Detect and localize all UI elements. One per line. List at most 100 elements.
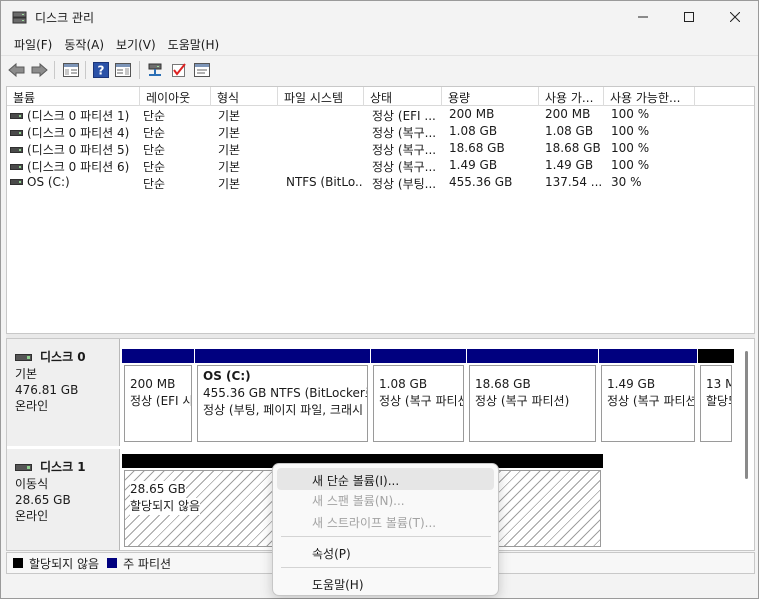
volume-capacity: 18.68 GB — [449, 141, 505, 155]
properties-icon[interactable] — [192, 60, 212, 80]
column-header-layout[interactable]: 레이아웃 — [140, 87, 211, 106]
minimize-button[interactable] — [620, 1, 666, 33]
volume-icon — [10, 147, 23, 153]
volume-row[interactable]: (디스크 0 파티션 4) 단순 기본 정상 (복구... 1.08 GB 1.… — [7, 123, 754, 140]
column-header-percent-free[interactable]: 사용 가능한... — [604, 87, 695, 106]
legend-swatch-unallocated — [13, 558, 23, 568]
disk-icon — [15, 463, 32, 471]
connect-icon[interactable] — [145, 60, 165, 80]
context-menu: 새 단순 볼륨(I)... 새 스팬 볼륨(N)... 새 스트라이프 볼륨(T… — [272, 463, 499, 596]
maximize-button[interactable] — [666, 1, 712, 33]
partition-size: 18.68 GB — [475, 377, 531, 391]
help-icon[interactable]: ? — [91, 60, 111, 80]
partition-body: 1.08 GB 정상 (복구 파티션) — [373, 365, 464, 442]
menu-file[interactable]: 파일(F) — [8, 33, 58, 55]
partition-size: 13 MB — [706, 377, 731, 391]
volume-status: 정상 (부팅... — [372, 177, 437, 191]
disk-1-size: 28.65 GB — [15, 493, 71, 507]
volume-free-space: 137.54 ... — [545, 175, 603, 189]
volume-percent-free: 30 % — [611, 175, 642, 189]
menu-view[interactable]: 보기(V) — [110, 33, 162, 55]
volume-row[interactable]: (디스크 0 파티션 5) 단순 기본 정상 (복구... 18.68 GB 1… — [7, 140, 754, 157]
toolbar-separator — [139, 61, 140, 79]
disk-management-window: 디스크 관리 파일(F) 동작(A) 보기(V) 도움말(H) ? 볼륨 레이아… — [0, 0, 759, 599]
column-header-capacity[interactable]: 용량 — [442, 87, 539, 106]
partition-color-bar — [698, 349, 734, 363]
partition-color-bar — [122, 349, 194, 363]
volume-row[interactable]: OS (C:) 단순 기본 NTFS (BitLo... 정상 (부팅... 4… — [7, 174, 754, 191]
menu-new-striped-volume[interactable]: 새 스트라이프 볼륨(T)... — [277, 510, 494, 532]
disk-0-partition-4[interactable]: 1.08 GB 정상 (복구 파티션) — [371, 349, 466, 444]
volume-status: 정상 (EFI ... — [372, 109, 436, 123]
volume-capacity: 200 MB — [449, 107, 495, 121]
partition-color-bar — [371, 349, 466, 363]
menu-help[interactable]: 도움말(H) — [162, 33, 226, 55]
volume-layout: 단순 — [143, 177, 166, 191]
menu-new-spanned-volume[interactable]: 새 스팬 볼륨(N)... — [277, 488, 494, 510]
disk-0-partition-5[interactable]: 18.68 GB 정상 (복구 파티션) — [467, 349, 598, 444]
menu-help-item[interactable]: 도움말(H) — [277, 572, 494, 594]
partition-title: OS (C:) — [203, 369, 251, 383]
disk-0-size: 476.81 GB — [15, 383, 79, 397]
console-tree-icon[interactable] — [61, 60, 81, 80]
disk-icon — [15, 353, 32, 361]
disk-0-partition-6[interactable]: 1.49 GB 정상 (복구 파티션) — [599, 349, 697, 444]
partition-body: 18.68 GB 정상 (복구 파티션) — [469, 365, 596, 442]
disk-0-name-row: 디스크 0 — [15, 349, 119, 365]
partition-body: 1.49 GB 정상 (복구 파티션) — [601, 365, 695, 442]
disk-0-label[interactable]: 디스크 0 기본 476.81 GB 온라인 — [7, 339, 120, 446]
volume-name: (디스크 0 파티션 5) — [27, 143, 130, 157]
volume-row[interactable]: (디스크 0 파티션 6) 단순 기본 정상 (복구... 1.49 GB 1.… — [7, 157, 754, 174]
forward-arrow-icon[interactable] — [29, 60, 49, 80]
disk-0-unallocated[interactable]: 13 MB 할당되지 않음 — [698, 349, 734, 444]
legend-primary: 주 파티션 — [107, 555, 171, 572]
back-arrow-icon[interactable] — [7, 60, 27, 80]
column-header-volume[interactable]: 볼륨 — [7, 87, 140, 106]
disk-0-partition-os[interactable]: OS (C:) 455.36 GB NTFS (BitLocker로 암호화됨)… — [195, 349, 370, 444]
svg-text:?: ? — [98, 64, 105, 78]
legend-unallocated: 할당되지 않음 — [13, 555, 99, 572]
volume-percent-free: 100 % — [611, 141, 650, 155]
volume-name: (디스크 0 파티션 1) — [27, 109, 130, 123]
volume-name: (디스크 0 파티션 4) — [27, 126, 130, 140]
menu-new-simple-volume[interactable]: 새 단순 볼륨(I)... — [277, 468, 494, 490]
check-icon[interactable] — [169, 60, 189, 80]
volume-status: 정상 (복구... — [372, 160, 437, 174]
volume-name-cell: (디스크 0 파티션 4) — [10, 124, 138, 141]
column-header-file-system[interactable]: 파일 시스템 — [278, 87, 364, 106]
volume-free-space: 200 MB — [545, 107, 591, 121]
column-header-status[interactable]: 상태 — [364, 87, 442, 106]
column-header-type[interactable]: 형식 — [211, 87, 278, 106]
close-button[interactable] — [712, 1, 758, 33]
action-pane-icon[interactable] — [113, 60, 133, 80]
disk-1-status: 온라인 — [15, 509, 49, 523]
disk-1-name: 디스크 1 — [40, 460, 86, 474]
volume-icon — [10, 179, 23, 185]
disk-1-label[interactable]: 디스크 1 이동식 28.65 GB 온라인 — [7, 449, 120, 550]
volume-percent-free: 100 % — [611, 124, 650, 138]
menu-action[interactable]: 동작(A) — [58, 33, 110, 55]
menu-bar: 파일(F) 동작(A) 보기(V) 도움말(H) — [1, 33, 758, 55]
volume-layout: 단순 — [143, 126, 166, 140]
legend-primary-label: 주 파티션 — [123, 556, 172, 571]
menu-properties[interactable]: 속성(P) — [277, 541, 494, 563]
toolbar: ? — [1, 55, 758, 83]
volume-row[interactable]: (디스크 0 파티션 1) 단순 기본 정상 (EFI ... 200 MB 2… — [7, 106, 754, 123]
volume-percent-free: 100 % — [611, 158, 650, 172]
disk-0-partition-1[interactable]: 200 MB 정상 (EFI 시스템 파티션) — [122, 349, 194, 444]
column-header-free-space[interactable]: 사용 가... — [539, 87, 604, 106]
partition-size: 1.49 GB — [607, 377, 656, 391]
partition-status: 정상 (부팅, 페이지 파일, 크래시 덤프, 기본 데이터 파티션) — [203, 403, 367, 417]
partition-size: 1.08 GB — [379, 377, 428, 391]
volume-free-space: 18.68 GB — [545, 141, 601, 155]
partition-body: 200 MB 정상 (EFI 시스템 파티션) — [124, 365, 192, 442]
volume-type: 기본 — [218, 109, 241, 123]
volume-capacity: 455.36 GB — [449, 175, 513, 189]
volume-free-space: 1.08 GB — [545, 124, 594, 138]
vertical-scrollbar[interactable] — [745, 351, 748, 479]
volume-list-header: 볼륨 레이아웃 형식 파일 시스템 상태 용량 사용 가... 사용 가능한..… — [7, 87, 754, 106]
volume-capacity: 1.08 GB — [449, 124, 498, 138]
volume-free-space: 1.49 GB — [545, 158, 594, 172]
volume-list: 볼륨 레이아웃 형식 파일 시스템 상태 용량 사용 가... 사용 가능한..… — [6, 86, 755, 334]
toolbar-separator — [85, 61, 86, 79]
